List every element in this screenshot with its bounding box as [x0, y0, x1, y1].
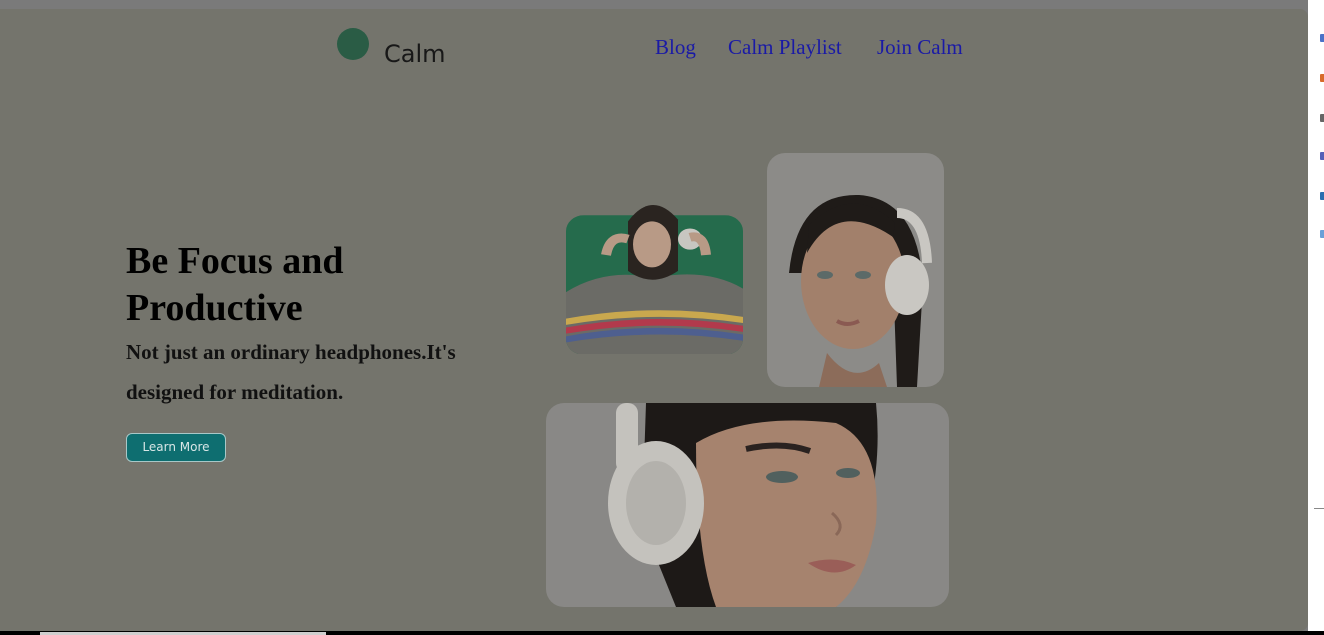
woman-sweater-headphones-photo	[566, 186, 743, 354]
woman-headphones-closeup-photo	[546, 403, 949, 607]
browser-side-strip	[1308, 0, 1324, 635]
side-icon[interactable]	[1320, 152, 1324, 160]
brand-name[interactable]: Calm	[384, 40, 446, 68]
woman-headphones-profile-photo	[767, 153, 944, 387]
side-icon[interactable]	[1320, 74, 1324, 82]
nav-link-calm-playlist[interactable]: Calm Playlist	[728, 35, 842, 60]
side-icon[interactable]	[1320, 114, 1324, 122]
side-icon[interactable]	[1320, 192, 1324, 200]
hero-subtitle: Not just an ordinary headphones.It's des…	[126, 340, 456, 404]
logo-dot-icon[interactable]	[337, 28, 369, 60]
learn-more-button[interactable]: Learn More	[126, 433, 226, 462]
hero-title: Be Focus and Productive	[126, 240, 344, 329]
nav-link-blog[interactable]: Blog	[655, 35, 696, 60]
nav-link-join-calm[interactable]: Join Calm	[877, 35, 963, 60]
side-icon[interactable]	[1320, 230, 1324, 238]
page-viewport: Calm Blog Calm Playlist Join Calm Be Foc…	[0, 9, 1308, 631]
side-divider	[1314, 508, 1324, 509]
side-icon[interactable]	[1320, 34, 1324, 42]
